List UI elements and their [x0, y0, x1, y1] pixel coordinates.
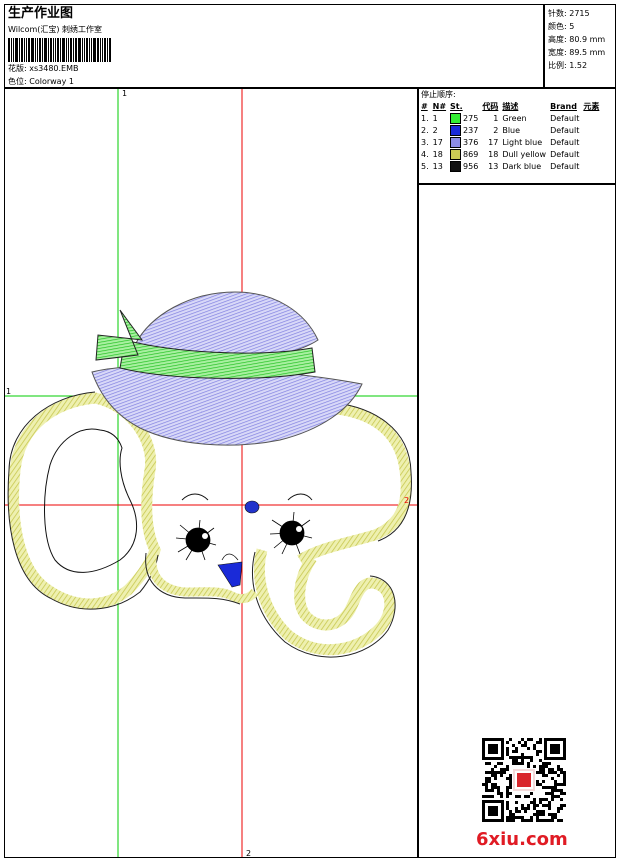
- stitch-count: 237: [463, 125, 479, 135]
- col-needle: N#: [432, 101, 447, 111]
- color-swatch: [450, 160, 462, 172]
- stop-stitches: 376: [448, 136, 480, 148]
- stop-brand: Default: [550, 137, 580, 147]
- stops-title: 停止顺序:: [421, 90, 456, 99]
- col-element: 元素: [583, 101, 600, 111]
- left-ear: [8, 392, 161, 610]
- stitch-count: 956: [463, 161, 479, 171]
- left-eyebrow: [181, 493, 209, 501]
- stop-element: [581, 160, 601, 172]
- stop-stitches: 869: [448, 148, 480, 160]
- stop-description: Dark blue: [502, 161, 542, 171]
- stat-width: 宽度: 89.5 mm: [548, 48, 606, 57]
- stop-row: 1. 1 275 1 Green Default: [419, 112, 601, 124]
- stop-code: 13: [488, 161, 499, 171]
- stop-code: 2: [493, 125, 499, 135]
- stop-brand: Default: [550, 161, 580, 171]
- left-ear-inner: [44, 428, 138, 573]
- stop-description: Blue: [502, 125, 521, 135]
- forehead-dot: [244, 500, 260, 514]
- stop-row: 2. 2 237 2 Blue Default: [419, 124, 601, 136]
- stop-description: Green: [502, 113, 527, 123]
- col-brand: Brand: [550, 101, 577, 111]
- design-stats-panel: 针数: 2715 颜色: 5 高度: 80.9 mm 宽度: 89.5 mm 比…: [544, 4, 616, 88]
- watermark-text: 6xiu.com: [476, 829, 568, 850]
- hat-bow: [95, 309, 144, 361]
- stop-description: Light blue: [502, 137, 543, 147]
- stop-description: Dull yellow: [502, 149, 547, 159]
- col-index: #: [421, 101, 428, 111]
- stitch-count: 869: [463, 149, 479, 159]
- trunk: [254, 548, 396, 656]
- header-panel: 生产作业图 Wilcom(汇宝) 刺绣工作室 花版: xs3480.EMB 色位…: [4, 4, 544, 88]
- stat-stitches: 针数: 2715: [548, 9, 590, 18]
- stops-table: # N# St. 代码 描述 Brand 元素 1. 1 275 1 Green Defa…: [419, 100, 601, 172]
- stop-row: 5. 13 956 13 Dark blue Default: [419, 160, 601, 172]
- guide-label-v-green: 1: [122, 89, 127, 98]
- stitch-count: 275: [463, 113, 479, 123]
- color-swatch: [450, 112, 462, 124]
- stop-element: [581, 112, 601, 124]
- stop-index: 5.: [421, 161, 429, 171]
- color-swatch: [450, 124, 462, 136]
- stat-scale: 比例: 1.52: [548, 61, 588, 70]
- design-preview: 1 1 2 2: [4, 88, 418, 858]
- guide-label-h-red: 2: [404, 496, 409, 505]
- right-eye: [269, 511, 313, 555]
- stop-element: [581, 148, 601, 160]
- stop-element: [581, 124, 601, 136]
- stop-needle: 2: [432, 125, 438, 135]
- stop-needle: 1: [432, 113, 438, 123]
- colorway-label: 色位: Colorway 1: [8, 77, 74, 86]
- col-code: 代码: [482, 101, 499, 111]
- stops-header-row: # N# St. 代码 描述 Brand 元素: [419, 100, 601, 112]
- sheet-title: 生产作业图: [8, 6, 74, 21]
- mouth: [217, 561, 243, 588]
- stop-needle: 13: [432, 161, 443, 171]
- stop-stitches: 275: [448, 112, 480, 124]
- stop-brand: Default: [550, 113, 580, 123]
- design-name: 花版: xs3480.EMB: [8, 64, 79, 73]
- col-description: 描述: [502, 101, 519, 111]
- qr-code-image: [482, 738, 566, 822]
- company-name: Wilcom(汇宝) 刺绣工作室: [8, 25, 103, 34]
- stop-sequence-panel: 停止顺序: # N# St. 代码 描述 Brand 元素 1. 1 275 1 Gre…: [418, 88, 616, 184]
- right-eyebrow: [287, 493, 313, 501]
- col-stitches: St.: [450, 101, 463, 111]
- stop-row: 3. 17 376 17 Light blue Default: [419, 136, 601, 148]
- left-eye: [175, 519, 217, 561]
- guide-label-h-green: 1: [6, 387, 11, 396]
- stop-brand: Default: [550, 125, 580, 135]
- barcode-image: [8, 38, 112, 62]
- stitch-count: 376: [463, 137, 479, 147]
- guide-label-v-red: 2: [246, 849, 251, 858]
- color-swatch: [450, 136, 462, 148]
- stat-height: 高度: 80.9 mm: [548, 35, 606, 44]
- stop-row: 4. 18 869 18 Dull yellow Default: [419, 148, 601, 160]
- embroidery-drawing: 1 1 2 2: [5, 89, 417, 858]
- stop-index: 2.: [421, 125, 429, 135]
- stop-needle: 18: [432, 149, 443, 159]
- stop-code: 17: [488, 137, 499, 147]
- stop-index: 3.: [421, 137, 429, 147]
- stop-stitches: 237: [448, 124, 480, 136]
- right-ear: [297, 402, 412, 565]
- stop-code: 1: [493, 113, 499, 123]
- stop-index: 4.: [421, 149, 429, 159]
- color-swatch: [450, 148, 462, 160]
- stop-index: 1.: [421, 113, 429, 123]
- stop-needle: 17: [432, 137, 443, 147]
- stop-element: [581, 136, 601, 148]
- stop-brand: Default: [550, 149, 580, 159]
- stat-colors: 颜色: 5: [548, 22, 575, 31]
- stop-stitches: 956: [448, 160, 480, 172]
- stop-code: 18: [488, 149, 499, 159]
